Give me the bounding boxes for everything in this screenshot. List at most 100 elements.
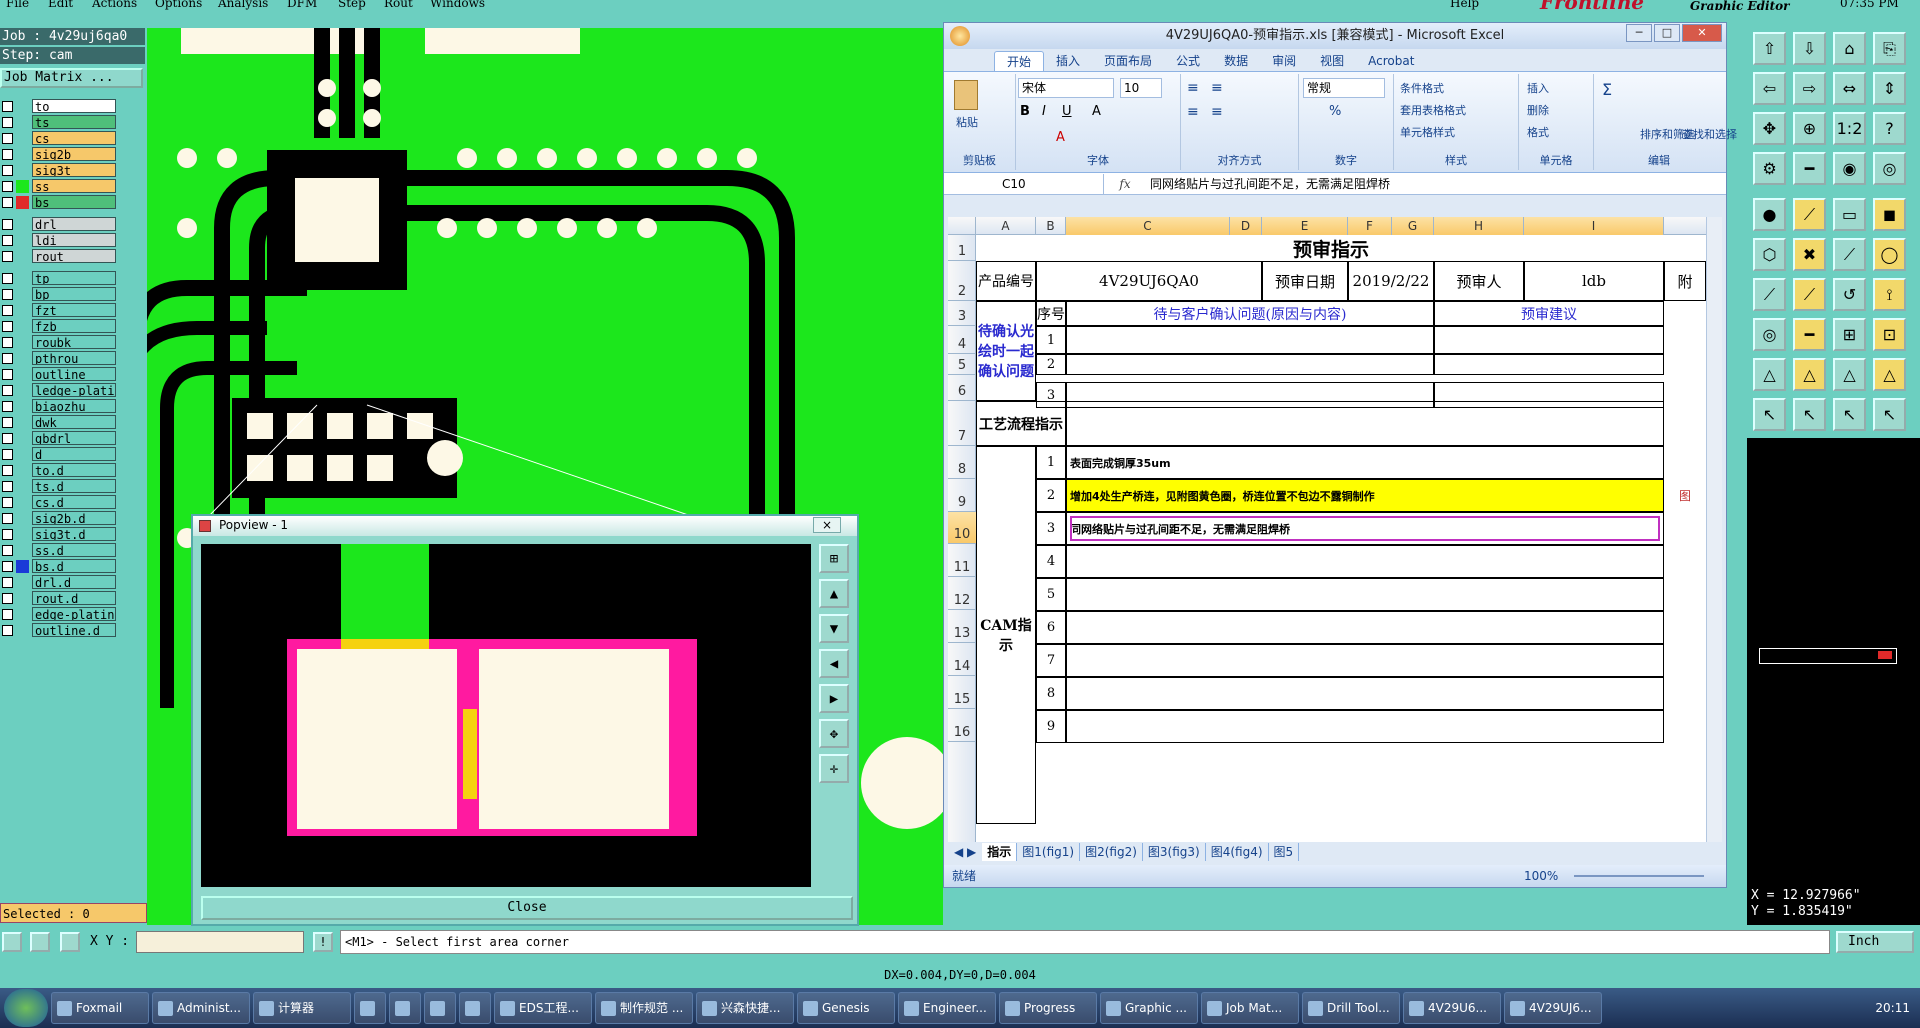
question-text[interactable] [1066,326,1434,354]
cam-item-number[interactable]: 6 [1036,611,1066,644]
layer-up-icon[interactable]: ⇧ [1753,32,1786,65]
seq-header[interactable]: 序号 [1036,301,1066,326]
pointer-icon[interactable]: ↖ [1753,398,1786,431]
row-header[interactable]: 6 [948,375,976,401]
layer-row[interactable]: outline [0,366,147,382]
layer-checkbox[interactable] [2,512,13,524]
row-header[interactable]: 10 [948,512,976,544]
layer-checkbox[interactable] [2,116,13,128]
taskbar-item[interactable]: Job Mat... [1201,992,1299,1024]
measure-icon[interactable] [30,932,50,952]
number-format-select[interactable]: 常规 [1303,78,1385,98]
minimize-icon[interactable]: ─ [1626,24,1652,42]
layer-name[interactable]: d [32,447,116,461]
question-text[interactable] [1066,382,1434,408]
layer-color-swatch[interactable] [16,218,29,231]
cell-style-button[interactable]: 单元格样式 [1400,124,1455,140]
row-header[interactable]: 12 [948,577,976,610]
triangle-2-icon[interactable]: △ [1793,358,1826,391]
layer-name[interactable]: dwk [32,415,116,429]
layer-name[interactable]: outline [32,367,116,381]
layer-name[interactable]: ts [32,115,116,129]
cam-item-text[interactable]: 增加4处生产桥连，见附图黄色圈，桥连位置不包边不露铜制作 [1066,479,1664,512]
tab-page-layout[interactable]: 页面布局 [1092,51,1164,71]
col-header-c[interactable]: C [1066,217,1230,235]
taskbar-item[interactable]: 兴森快捷... [696,992,794,1024]
help-icon[interactable]: ? [1873,112,1906,145]
sheet-tab-fig1[interactable]: 图1(fig1) [1017,843,1081,861]
layer-color-swatch[interactable] [16,336,29,349]
col-header-b[interactable]: B [1036,217,1066,235]
layer-color-swatch[interactable] [16,179,29,193]
layer-color-swatch[interactable] [16,559,29,573]
pan-icon[interactable] [2,932,22,952]
layer-row[interactable]: to.d [0,462,147,478]
triangle-4-icon[interactable]: △ [1873,358,1906,391]
maximize-icon[interactable]: □ [1654,24,1680,42]
layer-checkbox[interactable] [2,100,13,112]
ring-icon[interactable]: ◯ [1873,238,1906,271]
layer-name[interactable]: bp [32,287,116,301]
format-cells-button[interactable]: 格式 [1527,124,1549,140]
popview-close-button[interactable]: Close [201,896,853,920]
confirm-header[interactable]: 待与客户确认问题(原因与内容) [1066,301,1434,326]
layer-down-icon[interactable]: ⇩ [1793,32,1826,65]
popview-close-icon[interactable]: × [813,517,841,533]
cam-item-number[interactable]: 2 [1036,479,1066,512]
cam-label[interactable]: CAM指示 [976,446,1036,824]
grid-icon[interactable] [60,932,80,952]
units-dropdown[interactable]: Inch [1836,931,1914,953]
font-size-select[interactable]: 10 [1120,78,1162,98]
name-box[interactable]: C10 [944,173,1104,194]
layer-row[interactable]: tp [0,270,147,286]
col-header-a[interactable]: A [976,217,1036,235]
col-header-f[interactable]: F [1348,217,1392,235]
layer-color-swatch[interactable] [16,512,29,525]
row-header[interactable]: 8 [948,446,976,479]
layer-row[interactable]: drl.d [0,574,147,590]
layer-color-swatch[interactable] [16,544,29,557]
layer-row[interactable]: ts.d [0,478,147,494]
tab-review[interactable]: 审阅 [1260,51,1308,71]
cam-item-text[interactable] [1066,644,1664,677]
layer-color-swatch[interactable] [16,448,29,461]
sheet-tab-fig5[interactable]: 图5 [1269,843,1300,861]
layer-name[interactable]: ss.d [32,543,116,557]
layer-row[interactable]: bs [0,194,147,210]
cam-item-number[interactable]: 3 [1036,512,1066,545]
layer-color-swatch[interactable] [16,624,29,637]
layer-name[interactable]: to [32,99,116,113]
insert-cells-button[interactable]: 插入 [1527,80,1549,96]
layer-row[interactable]: bs.d [0,558,147,574]
tab-home[interactable]: 开始 [994,51,1045,71]
layer-checkbox[interactable] [2,480,13,492]
menu-help[interactable]: Help [1450,0,1479,10]
find-select-button[interactable]: 查找和选择 [1682,126,1737,142]
taskbar-item[interactable]: 制作规范 ... [595,992,693,1024]
col-header-h[interactable]: H [1434,217,1524,235]
layer-checkbox[interactable] [2,352,13,364]
align-top-icon[interactable]: ≡ [1187,80,1199,96]
row-header[interactable]: 14 [948,643,976,676]
cam-item-number[interactable]: 5 [1036,578,1066,611]
tab-insert[interactable]: 插入 [1044,51,1092,71]
layer-checkbox[interactable] [2,384,13,396]
layer-checkbox[interactable] [2,320,13,332]
layer-checkbox[interactable] [2,234,13,246]
popview-zoom-out-icon[interactable]: ✥ [819,719,849,748]
cam-item-text[interactable] [1066,677,1664,710]
pointer-4-icon[interactable]: ↖ [1873,398,1906,431]
snap-icon[interactable]: ◎ [1753,318,1786,351]
row-header[interactable]: 16 [948,709,976,742]
question-number[interactable]: 1 [1036,326,1066,354]
cam-item-text[interactable]: 同网络贴片与过孔间距不足，无需满足阻焊桥 [1066,512,1664,545]
dash-icon[interactable]: ━ [1793,318,1826,351]
taskbar-item[interactable]: Progress [999,992,1097,1024]
target-icon[interactable]: ◎ [1873,152,1906,185]
menu-options[interactable]: Options [155,0,202,10]
popview-down-icon[interactable]: ▼ [819,614,849,643]
anchor-icon[interactable]: ⟟ [1873,278,1906,311]
conditional-format-button[interactable]: 条件格式 [1400,80,1444,96]
layer-checkbox[interactable] [2,544,13,556]
row-header[interactable]: 5 [948,354,976,375]
